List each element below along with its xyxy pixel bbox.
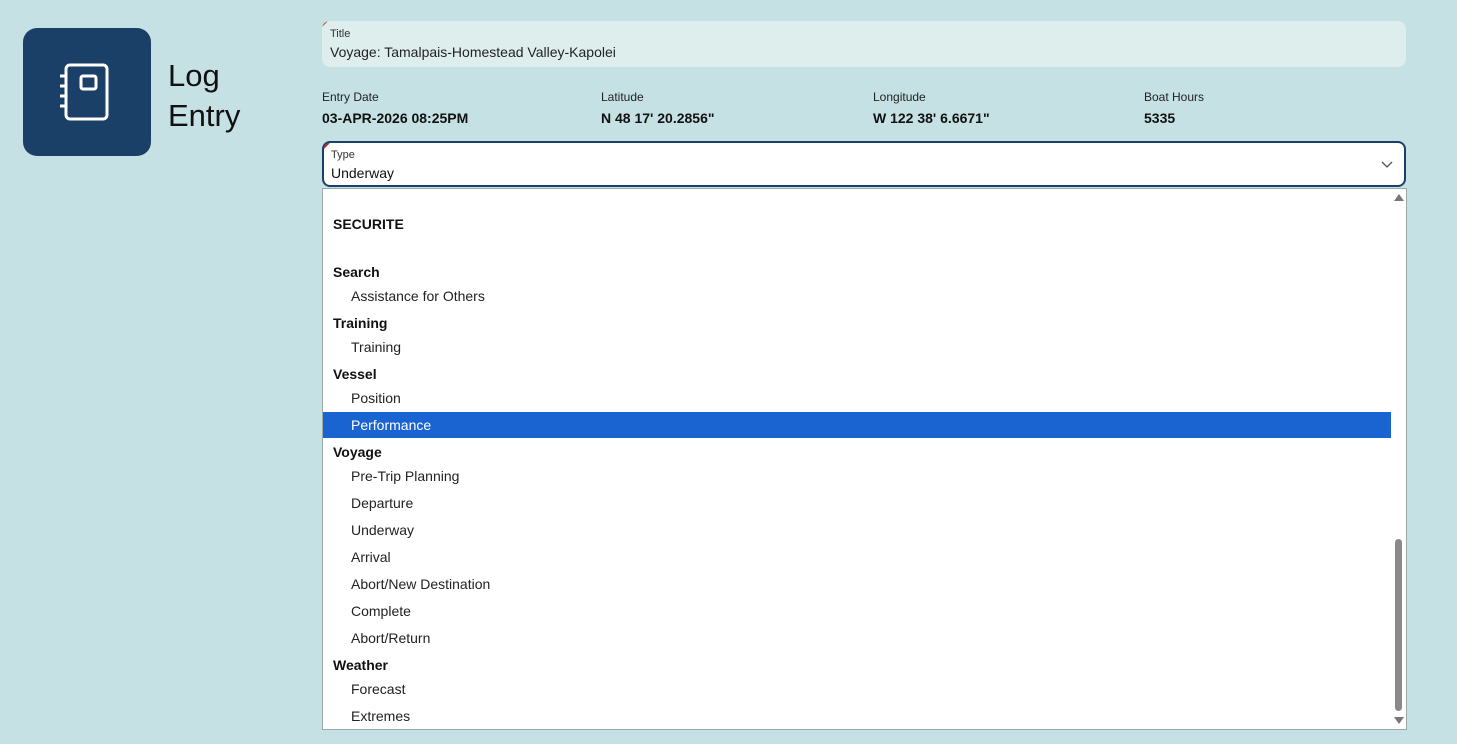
option-group-header: Voyage [333,444,382,460]
option-group-header: Vessel [333,366,377,382]
scroll-thumb[interactable] [1395,539,1402,711]
dropdown-option[interactable]: Position [323,385,1392,411]
dropdown-option[interactable]: Departure [323,490,1392,516]
option-group-header: SECURITE [333,216,404,232]
type-dropdown-list[interactable]: SECURITE Search Assistance for Others Train… [322,188,1407,730]
type-select-label: Type [331,149,355,161]
option-group-header: Search [333,264,380,280]
page-title: Log Entry [168,58,241,133]
dropdown-option[interactable]: Abort/Return [323,625,1392,651]
entry-date-value: 03-APR-2026 08:25PM [322,110,469,126]
entry-info-row: Entry Date 03-APR-2026 08:25PM Latitude … [322,90,1406,126]
boat-hours-label: Boat Hours [1144,90,1205,104]
dropdown-option[interactable]: Pre-Trip Planning [323,463,1392,489]
dropdown-option[interactable]: Complete [323,598,1392,624]
notebook-icon [60,63,109,121]
required-marker [322,21,328,27]
dropdown-option[interactable]: Extremes [323,703,1392,729]
longitude-label: Longitude [873,90,926,104]
scroll-up-icon[interactable] [1394,194,1404,201]
scroll-down-icon[interactable] [1394,717,1404,724]
dropdown-scrollbar[interactable] [1391,189,1406,729]
boat-hours-group: Boat Hours 5335 [1144,90,1204,128]
type-select[interactable]: Type Underway [322,141,1406,187]
dropdown-option[interactable]: Performance [323,412,1392,438]
latitude-label: Latitude [601,90,644,104]
entry-date-group: Entry Date 03-APR-2026 08:25PM [322,90,468,128]
title-field-value[interactable]: Voyage: Tamalpais-Homestead Valley-Kapol… [330,42,1398,62]
dropdown-option[interactable]: Arrival [323,544,1392,570]
boat-hours-value: 5335 [1144,110,1176,126]
chevron-down-icon[interactable] [1380,157,1394,171]
latitude-group: Latitude N 48 17' 20.2856" [601,90,715,128]
dropdown-option[interactable]: Assistance for Others [323,283,1392,309]
latitude-value: N 48 17' 20.2856" [601,110,715,126]
longitude-value: W 122 38' 6.6671" [873,110,990,126]
option-group-header: Training [333,315,388,331]
entry-date-label: Entry Date [322,90,379,104]
dropdown-option[interactable]: Training [323,334,1392,360]
required-marker [324,143,330,149]
option-group-header: Weather [333,657,388,673]
title-field[interactable]: Title Voyage: Tamalpais-Homestead Valley… [322,21,1406,67]
title-field-label: Title [330,28,351,40]
longitude-group: Longitude W 122 38' 6.6671" [873,90,990,128]
app-logo-tile [23,28,151,156]
type-select-value: Underway [331,165,395,181]
dropdown-option[interactable]: Forecast [323,676,1392,702]
dropdown-option[interactable]: Abort/New Destination [323,571,1392,597]
dropdown-option[interactable]: Underway [323,517,1392,543]
